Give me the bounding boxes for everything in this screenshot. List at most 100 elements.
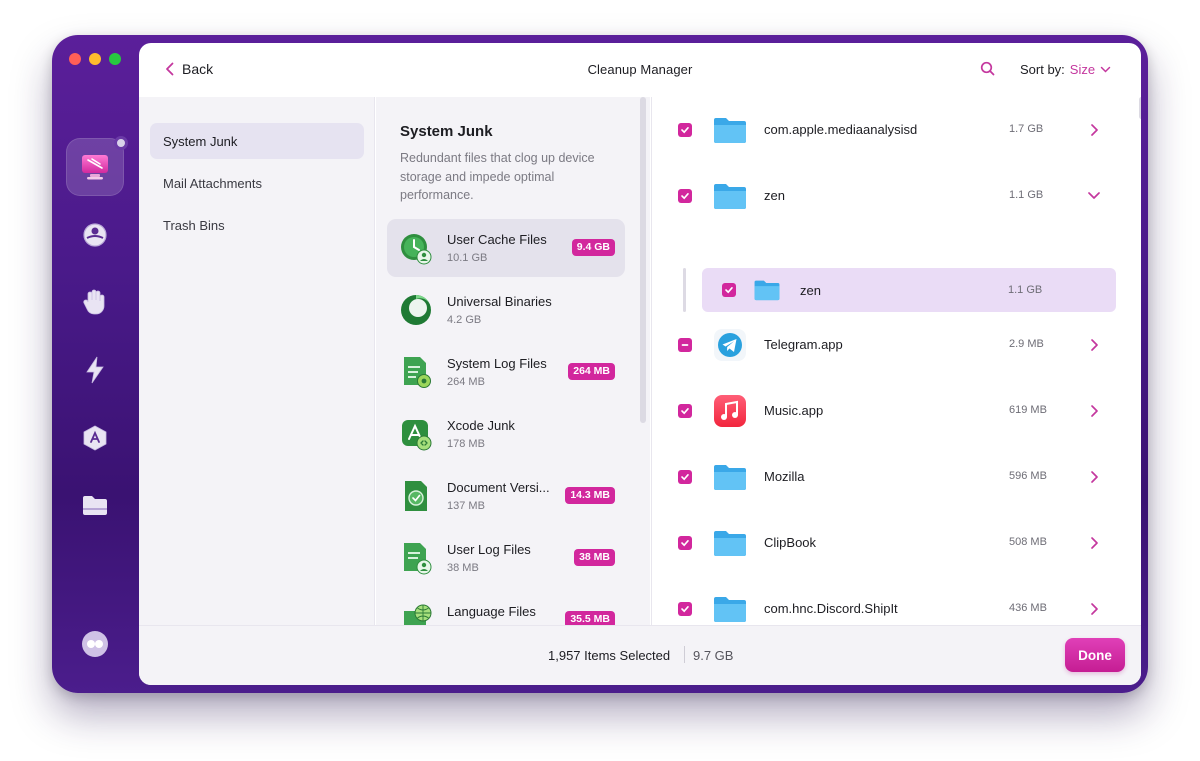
group-language-files[interactable]: Language Files 35.5 MB bbox=[387, 591, 625, 625]
file-size: 619 MB bbox=[1009, 404, 1047, 416]
footer-divider bbox=[684, 646, 685, 663]
section-title: System Junk bbox=[400, 123, 493, 140]
group-size: 137 MB bbox=[447, 500, 485, 512]
chevron-right-icon[interactable] bbox=[1088, 122, 1100, 138]
file-row[interactable]: ClipBook 508 MB bbox=[652, 510, 1132, 576]
rail-item-cleanup[interactable] bbox=[66, 136, 128, 196]
items-selected-count: 1,957 Items Selected bbox=[548, 648, 671, 663]
rail-item-assistant[interactable] bbox=[66, 615, 124, 673]
file-row[interactable]: Mozilla 596 MB bbox=[652, 444, 1132, 510]
group-size: 264 MB bbox=[447, 376, 485, 388]
file-size: 1.7 GB bbox=[1009, 123, 1044, 135]
group-user-log-files[interactable]: User Log Files 38 MB 38 MB bbox=[387, 529, 625, 587]
chevron-right-icon[interactable] bbox=[1088, 469, 1100, 485]
checkmark-icon bbox=[681, 127, 689, 134]
file-child-row[interactable]: zen 1.1 GB bbox=[702, 268, 1116, 312]
row-checkbox[interactable] bbox=[678, 404, 692, 418]
group-user-cache-files[interactable]: User Cache Files 10.1 GB 9.4 GB bbox=[387, 219, 625, 277]
checkmark-icon bbox=[681, 540, 689, 547]
group-name: Universal Binaries bbox=[447, 294, 552, 309]
file-list-scrollbar[interactable] bbox=[1139, 97, 1141, 119]
assistant-icon bbox=[82, 631, 108, 657]
category-mail-attachments[interactable]: Mail Attachments bbox=[150, 165, 364, 201]
section-description: Redundant files that clog up device stor… bbox=[400, 151, 595, 202]
file-name: com.apple.mediaanalysisd bbox=[764, 122, 918, 137]
file-row[interactable]: Telegram.app 2.9 MB bbox=[652, 312, 1132, 378]
file-size: 596 MB bbox=[1009, 470, 1047, 482]
file-size: 2.9 MB bbox=[1009, 338, 1044, 350]
checkmark-icon bbox=[681, 606, 689, 613]
file-list: com.apple.mediaanalysisd 1.7 GB zen 1.1 … bbox=[651, 97, 1141, 625]
cleanup-display-icon bbox=[82, 155, 108, 180]
group-document-versions[interactable]: Document Versi... 137 MB 14.3 MB bbox=[387, 467, 625, 525]
folder-icon bbox=[754, 280, 780, 301]
music-icon bbox=[714, 395, 746, 427]
rail-item-files[interactable] bbox=[66, 476, 124, 534]
selected-size-badge: 9.4 GB bbox=[571, 239, 615, 256]
file-name: zen bbox=[800, 283, 821, 298]
chevron-down-icon[interactable] bbox=[1086, 188, 1100, 204]
rail-item-applications[interactable] bbox=[66, 409, 124, 467]
file-size: 1.1 GB bbox=[1008, 284, 1043, 296]
footer-bar: 1,957 Items Selected 9.7 GB Done bbox=[139, 625, 1141, 685]
chevron-right-icon[interactable] bbox=[1088, 403, 1100, 419]
app-window: Back Cleanup Manager Sort by: Size Syste… bbox=[52, 35, 1148, 693]
tree-connector bbox=[683, 268, 686, 312]
folder-icon bbox=[714, 531, 746, 556]
row-checkbox[interactable] bbox=[722, 283, 736, 297]
group-name: Xcode Junk bbox=[447, 418, 515, 433]
group-list-scrollbar[interactable] bbox=[640, 97, 646, 423]
row-checkbox[interactable] bbox=[678, 536, 692, 550]
file-name: Telegram.app bbox=[764, 337, 843, 352]
group-universal-binaries[interactable]: Universal Binaries 4.2 GB bbox=[387, 281, 625, 339]
row-checkbox[interactable] bbox=[678, 123, 692, 137]
group-system-log-files[interactable]: System Log Files 264 MB 264 MB bbox=[387, 343, 625, 401]
folder-icon bbox=[714, 597, 746, 622]
chevron-right-icon[interactable] bbox=[1088, 535, 1100, 551]
system-log-icon bbox=[404, 357, 431, 388]
file-row[interactable]: com.hnc.Discord.ShipIt 436 MB bbox=[652, 576, 1132, 625]
file-row[interactable]: zen 1.1 GB bbox=[652, 163, 1132, 229]
user-log-icon bbox=[404, 543, 432, 575]
language-files-icon bbox=[404, 604, 432, 625]
chevron-right-icon[interactable] bbox=[1088, 337, 1100, 353]
xcode-junk-icon bbox=[402, 420, 432, 451]
row-checkbox[interactable] bbox=[678, 602, 692, 616]
row-checkbox-mixed[interactable] bbox=[678, 338, 692, 352]
files-folder-icon bbox=[83, 496, 107, 515]
chevron-right-icon[interactable] bbox=[1088, 601, 1100, 617]
group-size: 178 MB bbox=[447, 438, 485, 450]
group-size: 38 MB bbox=[447, 562, 479, 574]
rail-item-privacy[interactable] bbox=[66, 273, 124, 331]
file-name: Mozilla bbox=[764, 469, 805, 484]
selected-size-badge: 35.5 MB bbox=[565, 611, 615, 625]
group-xcode-junk[interactable]: Xcode Junk 178 MB bbox=[387, 405, 625, 463]
rail-item-speed[interactable] bbox=[66, 341, 124, 399]
sort-label: Sort by: bbox=[1020, 62, 1065, 77]
file-name: com.hnc.Discord.ShipIt bbox=[764, 601, 898, 616]
file-size: 508 MB bbox=[1009, 536, 1047, 548]
privacy-hand-icon bbox=[83, 289, 105, 315]
applications-icon bbox=[83, 425, 107, 451]
category-system-junk[interactable]: System Junk bbox=[150, 123, 364, 159]
checkmark-icon bbox=[681, 474, 689, 481]
group-size: 4.2 GB bbox=[447, 314, 482, 326]
file-row[interactable]: com.apple.mediaanalysisd 1.7 GB bbox=[652, 97, 1132, 163]
checkmark-icon bbox=[681, 408, 689, 415]
user-cache-icon bbox=[401, 234, 432, 265]
chevron-down-icon[interactable] bbox=[1100, 66, 1111, 74]
main-panel: Back Cleanup Manager Sort by: Size Syste… bbox=[139, 43, 1141, 685]
sort-dropdown[interactable]: Size bbox=[1070, 62, 1095, 77]
done-button[interactable]: Done bbox=[1065, 638, 1125, 672]
folder-icon bbox=[714, 118, 746, 143]
selected-size-badge: 38 MB bbox=[574, 549, 615, 566]
search-button[interactable] bbox=[979, 60, 997, 78]
universal-binaries-icon bbox=[401, 295, 432, 325]
rail-item-protection[interactable] bbox=[66, 206, 124, 264]
group-name: System Log Files bbox=[447, 356, 547, 371]
document-versions-icon bbox=[405, 481, 427, 511]
category-trash-bins[interactable]: Trash Bins bbox=[150, 207, 364, 243]
file-row[interactable]: Music.app 619 MB bbox=[652, 378, 1132, 444]
row-checkbox[interactable] bbox=[678, 189, 692, 203]
row-checkbox[interactable] bbox=[678, 470, 692, 484]
